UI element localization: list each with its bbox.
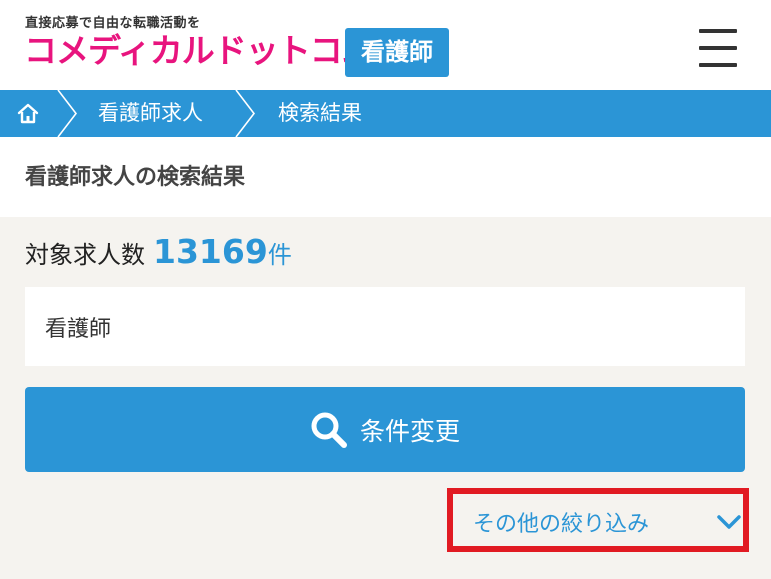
keyword-input[interactable]	[25, 287, 745, 366]
result-count-value: 13169	[153, 232, 268, 271]
breadcrumb-item-search-results: 検索結果	[278, 101, 362, 125]
change-conditions-button[interactable]: 条件変更	[25, 387, 745, 472]
other-filters-label: その他の絞り込み	[473, 512, 650, 537]
result-count: 対象求人数 13169件	[25, 232, 292, 276]
title-bar: 看護師求人の検索結果	[0, 137, 771, 217]
chevron-down-icon	[717, 515, 741, 529]
site-logo[interactable]: コメディカルドットコム	[24, 30, 375, 72]
breadcrumb: 看護師求人 検索結果	[0, 90, 771, 137]
logo-badge-nurse[interactable]: 看護師	[345, 28, 449, 77]
result-count-label: 対象求人数	[25, 241, 145, 269]
breadcrumb-separator-icon	[235, 90, 256, 137]
hamburger-menu-icon[interactable]	[699, 29, 737, 69]
site-tagline: 直接応募で自由な転職活動を	[25, 16, 201, 31]
page-title: 看護師求人の検索結果	[25, 165, 246, 190]
search-icon	[311, 412, 347, 448]
breadcrumb-separator-icon	[57, 90, 78, 137]
change-conditions-label: 条件変更	[359, 416, 460, 446]
home-icon[interactable]	[16, 102, 40, 126]
breadcrumb-item-nurse-jobs[interactable]: 看護師求人	[98, 90, 203, 137]
other-filters-toggle[interactable]: その他の絞り込み	[447, 488, 749, 552]
site-header: 直接応募で自由な転職活動を コメディカルドットコム 看護師	[0, 0, 771, 90]
result-count-unit: 件	[267, 241, 292, 269]
